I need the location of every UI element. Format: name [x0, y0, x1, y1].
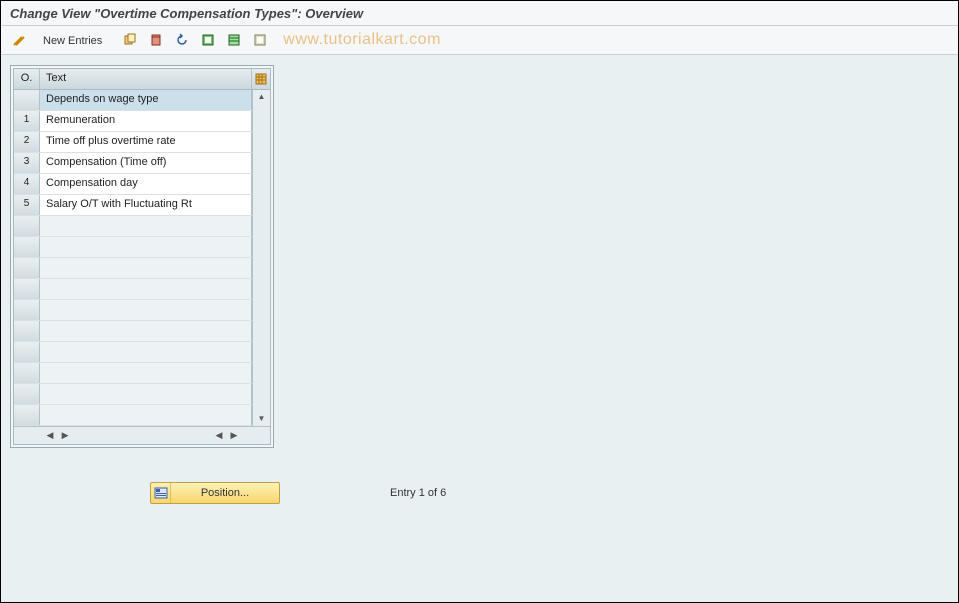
row-text-cell[interactable]	[40, 216, 252, 236]
row-o-cell[interactable]	[14, 279, 40, 299]
scroll-down-icon[interactable]: ▼	[258, 412, 266, 426]
row-text-cell[interactable]	[40, 363, 252, 383]
table-container: O. Text Depends on wage type1Remuneratio…	[10, 65, 274, 448]
row-text-cell[interactable]: Compensation (Time off)	[40, 153, 252, 173]
entry-status-text: Entry 1 of 6	[390, 487, 446, 499]
row-o-cell[interactable]	[14, 300, 40, 320]
position-button[interactable]: Position...	[150, 482, 280, 504]
row-text-cell[interactable]	[40, 321, 252, 341]
row-o-cell[interactable]	[14, 258, 40, 278]
scroll-right-end-icon[interactable]: ▶	[228, 430, 240, 442]
watermark-text: www.tutorialkart.com	[283, 31, 441, 49]
row-o-cell[interactable]	[14, 384, 40, 404]
row-text-cell[interactable]: Remuneration	[40, 111, 252, 131]
row-o-cell[interactable]	[14, 216, 40, 236]
table-row[interactable]: 5Salary O/T with Fluctuating Rt	[14, 195, 252, 216]
grid-body: Depends on wage type1Remuneration2Time o…	[14, 90, 252, 426]
deselect-all-icon[interactable]	[249, 30, 271, 50]
row-o-cell[interactable]	[14, 321, 40, 341]
scroll-left-start-icon[interactable]: ◀	[44, 430, 56, 442]
data-grid: O. Text Depends on wage type1Remuneratio…	[13, 68, 271, 445]
table-row[interactable]	[14, 237, 252, 258]
row-text-cell[interactable]: Depends on wage type	[40, 90, 252, 110]
footer-area: Position... Entry 1 of 6	[10, 482, 949, 504]
table-row[interactable]: Depends on wage type	[14, 90, 252, 111]
table-row[interactable]	[14, 216, 252, 237]
scroll-track[interactable]	[253, 104, 270, 412]
row-text-cell[interactable]	[40, 405, 252, 425]
table-row[interactable]	[14, 384, 252, 405]
new-entries-button[interactable]: New Entries	[34, 30, 111, 50]
row-o-cell[interactable]: 3	[14, 153, 40, 173]
delete-icon[interactable]	[145, 30, 167, 50]
row-o-cell[interactable]: 1	[14, 111, 40, 131]
table-row[interactable]	[14, 405, 252, 426]
scroll-left-icon[interactable]: ▶	[59, 430, 71, 442]
row-text-cell[interactable]	[40, 237, 252, 257]
content-area: O. Text Depends on wage type1Remuneratio…	[0, 55, 959, 514]
scroll-up-icon[interactable]: ▲	[258, 90, 266, 104]
row-text-cell[interactable]	[40, 279, 252, 299]
table-row[interactable]: 1Remuneration	[14, 111, 252, 132]
copy-icon[interactable]	[119, 30, 141, 50]
table-row[interactable]	[14, 279, 252, 300]
row-text-cell[interactable]: Salary O/T with Fluctuating Rt	[40, 195, 252, 215]
table-row[interactable]	[14, 342, 252, 363]
row-text-cell[interactable]	[40, 384, 252, 404]
column-header-text[interactable]: Text	[40, 69, 252, 89]
row-text-cell[interactable]: Compensation day	[40, 174, 252, 194]
horizontal-scrollbar[interactable]: ◀ ▶ ◀ ▶	[14, 426, 270, 444]
select-all-icon[interactable]	[197, 30, 219, 50]
row-o-cell[interactable]	[14, 363, 40, 383]
header-bar: Change View "Overtime Compensation Types…	[0, 0, 959, 26]
toolbar: New Entries www.tutorialkart.com	[0, 26, 959, 55]
row-o-cell[interactable]	[14, 405, 40, 425]
grid-header-row: O. Text	[14, 69, 270, 90]
table-row[interactable]: 4Compensation day	[14, 174, 252, 195]
position-icon	[151, 483, 171, 503]
column-header-o[interactable]: O.	[14, 69, 40, 89]
row-o-cell[interactable]: 4	[14, 174, 40, 194]
row-o-cell[interactable]: 5	[14, 195, 40, 215]
table-row[interactable]	[14, 363, 252, 384]
select-block-icon[interactable]	[223, 30, 245, 50]
toggle-edit-icon[interactable]	[8, 30, 30, 50]
table-row[interactable]	[14, 300, 252, 321]
row-text-cell[interactable]	[40, 342, 252, 362]
page-title: Change View "Overtime Compensation Types…	[10, 6, 949, 21]
row-text-cell[interactable]: Time off plus overtime rate	[40, 132, 252, 152]
row-o-cell[interactable]	[14, 90, 40, 110]
row-o-cell[interactable]	[14, 237, 40, 257]
table-row[interactable]: 3Compensation (Time off)	[14, 153, 252, 174]
row-text-cell[interactable]	[40, 300, 252, 320]
vertical-scrollbar[interactable]: ▲ ▼	[252, 90, 270, 426]
row-o-cell[interactable]	[14, 342, 40, 362]
table-settings-icon[interactable]	[252, 69, 270, 89]
table-row[interactable]: 2Time off plus overtime rate	[14, 132, 252, 153]
position-button-label: Position...	[171, 487, 279, 499]
row-o-cell[interactable]: 2	[14, 132, 40, 152]
row-text-cell[interactable]	[40, 258, 252, 278]
table-row[interactable]	[14, 321, 252, 342]
undo-icon[interactable]	[171, 30, 193, 50]
table-row[interactable]	[14, 258, 252, 279]
scroll-right-icon[interactable]: ◀	[213, 430, 225, 442]
